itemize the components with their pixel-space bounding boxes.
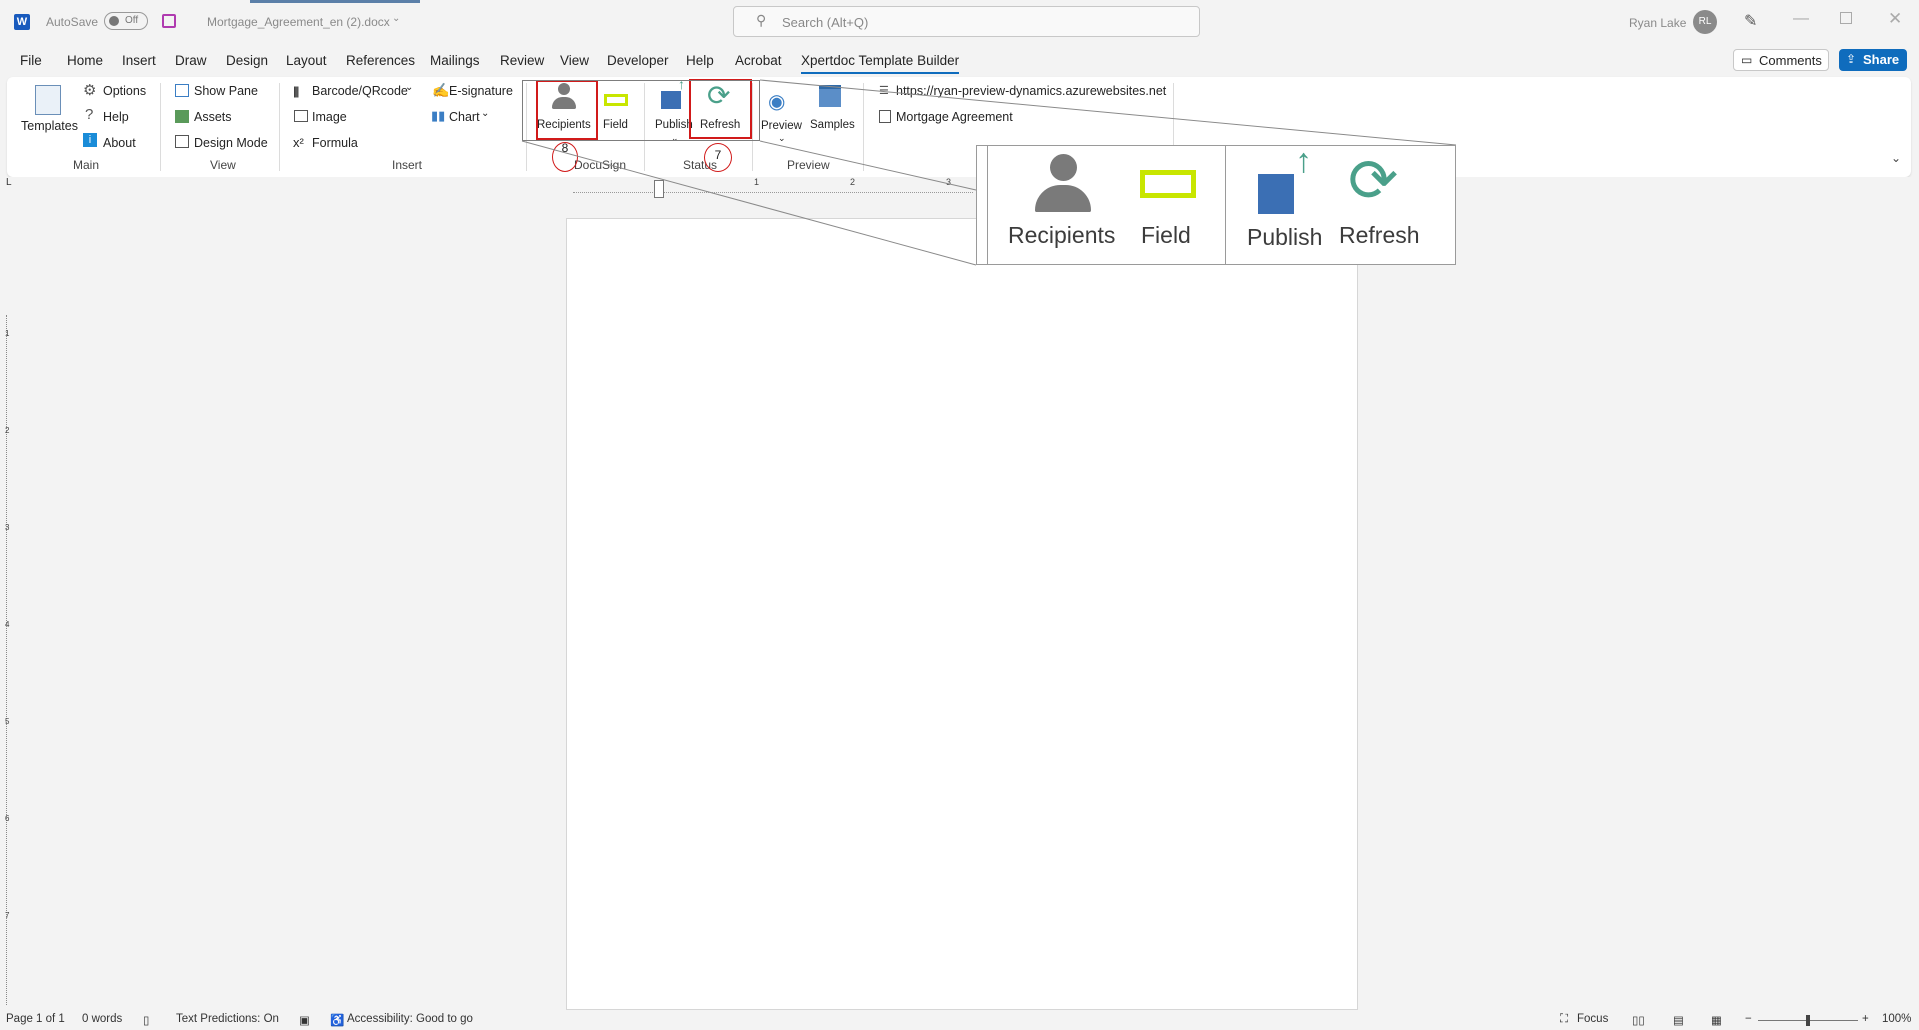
zoom-level[interactable]: 100% [1882,1013,1911,1025]
callout-inner-border [987,146,988,264]
field-icon [1140,170,1196,198]
proofing-icon[interactable]: ▯ [143,1013,149,1027]
macro-icon[interactable]: ▣ [299,1013,310,1027]
accessibility-icon: ♿ [330,1015,345,1027]
arrow-up-icon: ↑ [1295,142,1312,180]
focus-button[interactable]: Focus [1577,1013,1608,1025]
zoom-slider[interactable] [1758,1015,1858,1026]
page-count[interactable]: Page 1 of 1 [6,1013,65,1025]
read-mode-icon[interactable]: ▯▯ [1632,1013,1645,1027]
callout-field-label: Field [1141,222,1191,248]
callout-refresh-label: Refresh [1339,222,1420,248]
publish-icon [1258,174,1294,214]
zoom-in-icon[interactable]: + [1862,1013,1869,1025]
callout-publish-label: Publish [1247,224,1323,250]
person-icon [1034,154,1092,212]
callout-divider [1225,146,1226,264]
status-bar: Page 1 of 1 0 words ▯ Text Predictions: … [0,1010,1919,1030]
zoom-callout: Recipients Field ↑ Publish ⟳ Refresh [976,142,1456,265]
callout-lines [521,79,1457,266]
web-layout-icon[interactable]: ▦ [1711,1013,1722,1027]
focus-icon: ⛶ [1560,1013,1569,1025]
zoom-out-icon[interactable]: − [1745,1013,1752,1025]
accessibility-status[interactable]: Accessibility: Good to go [347,1013,473,1025]
refresh-icon: ⟳ [1348,147,1399,214]
word-count[interactable]: 0 words [82,1013,122,1025]
text-predictions[interactable]: Text Predictions: On [176,1013,279,1025]
callout-recipients-label: Recipients [1008,222,1116,248]
print-layout-icon[interactable]: ▤ [1673,1013,1684,1027]
